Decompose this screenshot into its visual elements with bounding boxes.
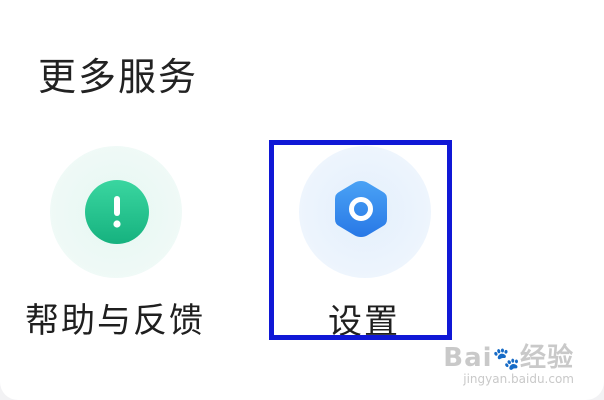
help-feedback-item[interactable]: 帮助与反馈 (5, 145, 225, 345)
exclamation-icon (85, 180, 149, 244)
paw-icon: 🐾 (492, 347, 520, 372)
watermark-url: jingyan.baidu.com (463, 372, 574, 386)
settings-item[interactable]: 设置 (254, 140, 474, 342)
watermark-brand: Bai (443, 343, 493, 373)
hexagon-gear-icon (335, 181, 387, 237)
section-title: 更多服务 (38, 55, 199, 99)
baidu-jingyan-watermark: Bai🐾经验 jingyan.baidu.com (443, 337, 574, 386)
watermark-brand-suffix: 经验 (519, 343, 574, 373)
settings-label: 设置 (328, 302, 400, 342)
help-feedback-label: 帮助与反馈 (25, 301, 205, 341)
